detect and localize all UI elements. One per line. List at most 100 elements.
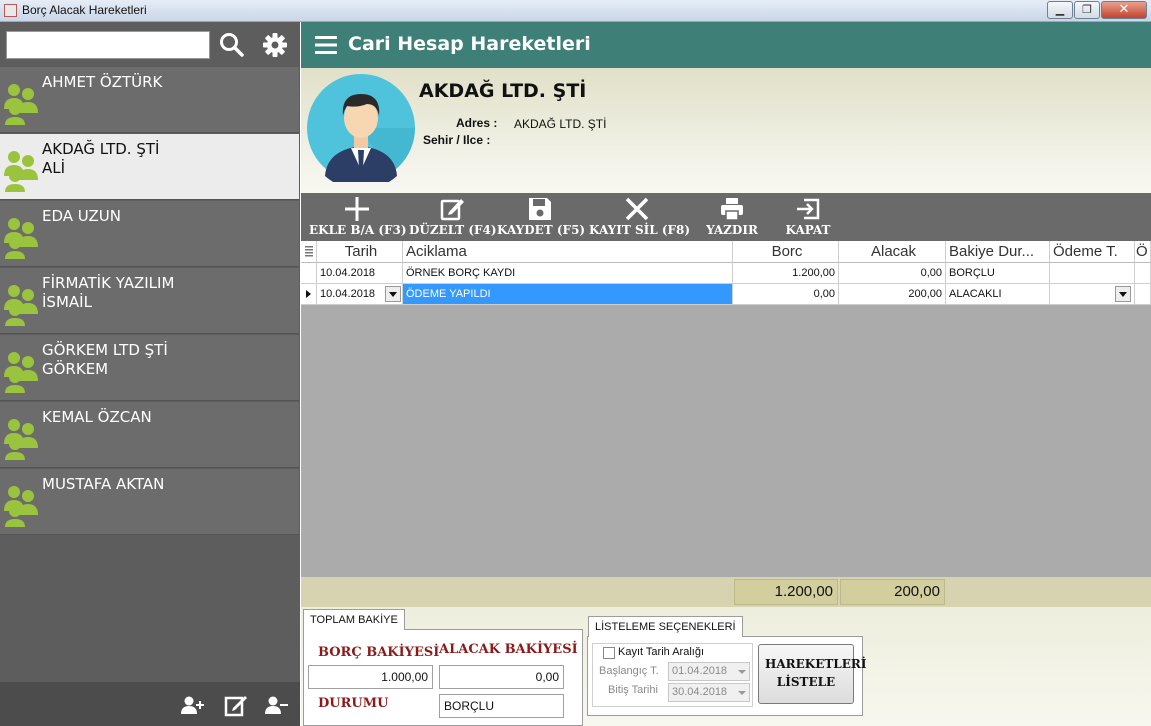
gear-icon[interactable] [261,31,289,59]
balance-tab[interactable]: TOPLAM BAKİYE [303,609,405,630]
total-credit: 200,00 [840,579,945,605]
sidebar-actions [0,682,300,726]
printer-icon [721,198,743,221]
table-cell-credit[interactable]: 200,00 [839,284,946,305]
table-cell-date: 10.04.2018 [320,288,376,300]
page-title: Cari Hesap Hareketleri [348,33,591,55]
save-button-label: KAYDET (F5) [497,223,586,237]
current-row-arrow-icon [306,290,311,298]
date-range-checkbox[interactable] [603,647,615,659]
listing-tab[interactable]: LİSTELEME SEÇENEKLERİ [588,616,743,637]
print-button[interactable]: YAZDIR [701,193,763,241]
table-cell-extra[interactable] [1135,263,1151,284]
column-header-debt[interactable]: Borc [733,241,839,263]
row-selector[interactable] [301,263,317,284]
table-cell-debt[interactable]: 1.200,00 [733,263,839,284]
maximize-button[interactable]: ❐ [1074,1,1100,19]
status-label: DURUMU [318,696,389,711]
chevron-down-icon [738,691,746,695]
customer-group-icon [3,146,39,192]
footer-spacer [301,579,317,605]
page-header: Cari Hesap Hareketleri [301,22,1151,68]
column-header-balance-status[interactable]: Bakiye Dur... [946,241,1050,263]
column-header-extra[interactable]: Ö [1135,241,1151,263]
customer-list-item[interactable]: GÖRKEM LTD ŞTİ GÖRKEM [0,335,299,401]
customer-group-icon [3,347,39,393]
end-date-value: 30.04.2018 [672,686,728,698]
customer-list-item[interactable]: AKDAĞ LTD. ŞTİ ALİ [0,134,299,200]
customer-name: KEMAL ÖZCAN [42,408,152,426]
customer-list-item[interactable]: KEMAL ÖZCAN [0,402,299,468]
customer-group-icon [3,79,39,125]
customer-group-icon [3,213,39,259]
status-field[interactable]: BORÇLU [439,694,564,718]
row-selector-header[interactable] [301,241,317,263]
close-button[interactable]: KAPAT [779,193,837,241]
table-cell-extra[interactable] [1135,284,1151,305]
table-cell-payment-editor[interactable] [1050,284,1135,305]
grid-body: Tarih Aciklama Borc Alacak Bakiye Dur...… [301,241,1151,577]
city-label: Sehir / Ilce : [423,133,491,147]
customer-group-icon [3,481,39,527]
customer-info-panel: AKDAĞ LTD. ŞTİ Adres : AKDAĞ LTD. ŞTİ Se… [301,68,1151,193]
customer-name: MUSTAFA AKTAN [42,475,165,493]
list-transactions-button[interactable]: HAREKETLERİ LİSTELE [758,644,866,704]
address-label: Adres : [456,116,498,130]
customer-list-item[interactable]: MUSTAFA AKTAN [0,469,299,535]
search-input[interactable] [6,31,210,59]
total-debt: 1.200,00 [734,579,838,605]
bottom-panel: TOPLAM BAKİYE BORÇ BAKİYESİ ALACAK BAKİY… [301,607,1151,726]
customer-name: GÖRKEM LTD ŞTİ GÖRKEM [42,341,168,378]
payment-dropdown-icon[interactable] [1115,286,1131,302]
print-button-label: YAZDIR [706,223,758,237]
customer-group-icon [3,280,39,326]
date-dropdown-icon[interactable] [385,286,401,302]
table-cell-description[interactable]: ÖRNEK BORÇ KAYDI [403,263,733,284]
customer-group-icon [3,414,39,460]
transactions-grid: Tarih Aciklama Borc Alacak Bakiye Dur...… [301,241,1151,607]
customer-avatar [307,74,415,190]
start-date-picker[interactable]: 01.04.2018 [668,662,750,681]
edit-user-icon[interactable] [224,693,248,717]
row-selector-current[interactable] [301,284,317,305]
column-header-description[interactable]: Aciklama [403,241,733,263]
table-cell-debt[interactable]: 0,00 [733,284,839,305]
search-icon[interactable] [218,31,246,59]
edit-button[interactable]: DÜZELT (F4) [409,193,497,241]
column-header-date[interactable]: Tarih [317,241,403,263]
column-header-credit[interactable]: Alacak [839,241,946,263]
date-range-label: Kayıt Tarih Aralığı [618,646,705,658]
table-cell-credit[interactable]: 0,00 [839,263,946,284]
plus-icon [345,197,369,221]
save-icon [529,198,551,220]
save-button[interactable]: KAYDET (F5) [497,193,586,241]
hamburger-menu-icon[interactable] [315,35,337,55]
table-cell-status[interactable]: BORÇLU [946,263,1050,284]
table-cell-description-selected[interactable]: ÖDEME YAPILDI [403,284,733,305]
column-header-payment-type[interactable]: Ödeme T. [1050,241,1135,263]
credit-balance-label: ALACAK BAKİYESİ [439,642,578,657]
add-user-icon[interactable] [180,695,204,715]
window-titlebar: Borç Alacak Hareketleri ▁ ❐ ✕ [0,0,1151,22]
debt-balance-field[interactable]: 1.000,00 [308,665,433,689]
customer-name: AHMET ÖZTÜRK [42,73,163,91]
table-cell-status[interactable]: ALACAKLI [946,284,1050,305]
customer-list-item[interactable]: AHMET ÖZTÜRK [0,67,299,133]
exit-icon [797,198,820,220]
table-cell-payment[interactable] [1050,263,1135,284]
add-button[interactable]: EKLE B/A (F3) [309,193,407,241]
remove-user-icon[interactable] [264,695,288,715]
close-window-button[interactable]: ✕ [1101,1,1147,19]
end-date-label: Bitiş Tarihi [608,684,658,696]
minimize-button[interactable]: ▁ [1047,1,1073,19]
grid-footer: 1.200,00 200,00 [301,577,1151,607]
company-name: AKDAĞ LTD. ŞTİ [419,80,587,102]
table-cell-date-editor[interactable]: 10.04.2018 [317,284,403,305]
table-cell-date[interactable]: 10.04.2018 [317,263,403,284]
customer-name: FİRMATİK YAZILIM İSMAİL [42,274,175,311]
credit-balance-field[interactable]: 0,00 [439,665,564,689]
end-date-picker[interactable]: 30.04.2018 [668,683,750,702]
delete-button[interactable]: KAYIT SİL (F8) [589,193,690,241]
customer-list-item[interactable]: EDA UZUN [0,201,299,267]
customer-list-item[interactable]: FİRMATİK YAZILIM İSMAİL [0,268,299,334]
